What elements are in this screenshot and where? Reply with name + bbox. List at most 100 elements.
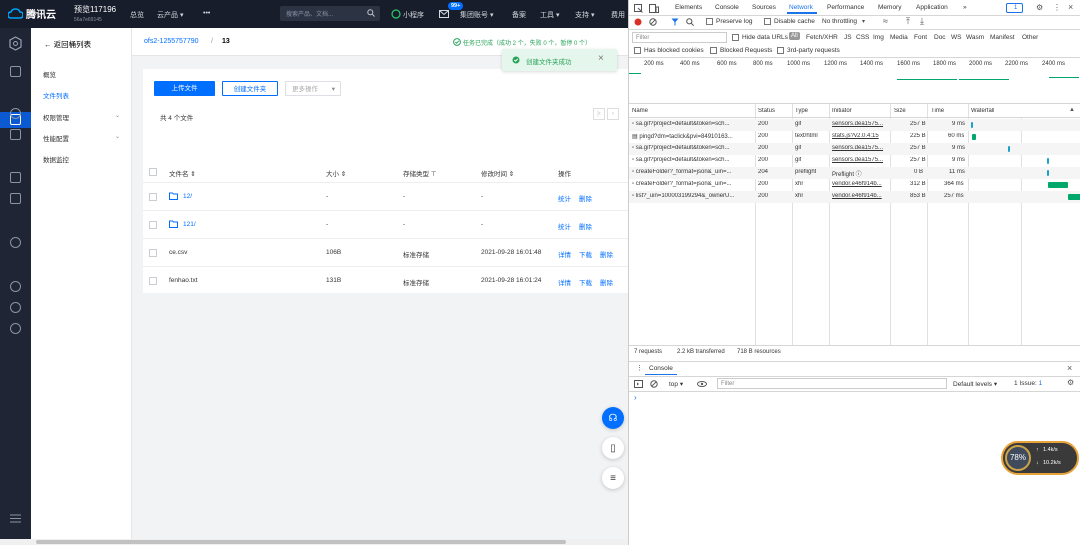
select-all-checkbox[interactable] xyxy=(149,168,157,176)
console-prompt[interactable]: › xyxy=(634,393,637,402)
hide-data-urls-checkbox[interactable] xyxy=(732,34,739,41)
filter-type-doc[interactable]: Doc xyxy=(934,34,946,41)
col-time[interactable]: Time xyxy=(931,108,944,114)
doc-icon[interactable] xyxy=(10,193,21,204)
col-status[interactable]: Status xyxy=(758,108,775,114)
filter-type-ws[interactable]: WS xyxy=(951,34,961,41)
file-name[interactable]: ce.csv xyxy=(169,249,187,256)
nav-overview[interactable]: 总览 xyxy=(130,10,144,20)
sidebar-item-performance[interactable]: 性能配置 xyxy=(43,133,69,143)
tree-icon[interactable] xyxy=(10,172,21,183)
table-row[interactable]: ce.csv 106B 标准存储 2021-09-28 16:01:48 详情 … xyxy=(143,238,628,266)
target-icon[interactable] xyxy=(10,323,21,334)
inspect-icon[interactable] xyxy=(634,4,643,13)
tab-elements[interactable]: Elements xyxy=(675,4,702,11)
account-info[interactable]: 预览117196 56a7e69145 xyxy=(74,5,116,25)
tab-more[interactable]: » xyxy=(963,4,967,11)
delete-link[interactable]: 删除 xyxy=(579,221,592,231)
col-initiator[interactable]: Initiator xyxy=(832,108,852,114)
network-speed-widget[interactable]: 78% ↑ 1.4k/s ↓ 10.2k/s xyxy=(1001,441,1079,475)
file-name[interactable]: 121/ xyxy=(183,221,196,228)
search-icon[interactable] xyxy=(686,18,694,26)
kebab-menu-icon[interactable]: ⋮ xyxy=(1053,3,1061,12)
request-row[interactable]: ▫ sa.gif?project=default&token=sch... 20… xyxy=(629,155,1080,167)
nav-products[interactable]: 云产品 ▾ xyxy=(157,10,183,20)
more-actions-dropdown[interactable]: 更多操作 ▾ xyxy=(285,81,341,96)
back-to-bucket-list[interactable]: ← 返回桶列表 xyxy=(44,39,91,50)
cos-product-icon[interactable] xyxy=(8,36,23,51)
tab-console[interactable]: Console xyxy=(715,4,739,11)
monitor-icon[interactable] xyxy=(10,237,21,248)
log-levels-select[interactable]: Default levels ▾ xyxy=(953,380,997,388)
task-status[interactable]: 任务已完成（成功 2 个，失败 0 个，暂停 0 个） xyxy=(463,38,591,47)
nav-tools[interactable]: 工具 ▾ xyxy=(540,10,559,20)
eye-icon[interactable] xyxy=(697,381,707,387)
nav-group-account[interactable]: 集团账号 ▾ xyxy=(460,10,493,20)
customer-service-button[interactable]: ☊ xyxy=(602,407,624,429)
import-har-icon[interactable]: ⤒ xyxy=(906,16,910,27)
timeline-overview[interactable]: 200 ms 400 ms 600 ms 800 ms 1000 ms 1200… xyxy=(629,58,1080,102)
filter-type-wasm[interactable]: Wasm xyxy=(966,34,984,41)
network-conditions-icon[interactable]: ≈ xyxy=(883,16,888,26)
request-row[interactable]: ▫ createFolder?_format=json&_uin=... 204… xyxy=(629,167,1080,179)
row-checkbox[interactable] xyxy=(149,193,157,201)
delete-link[interactable]: 删除 xyxy=(579,193,592,203)
tab-memory[interactable]: Memory xyxy=(878,4,901,11)
details-link[interactable]: 详情 xyxy=(558,249,571,259)
stats-link[interactable]: 统计 xyxy=(558,221,571,231)
close-icon[interactable]: × xyxy=(598,53,604,64)
clear-icon[interactable] xyxy=(649,18,657,26)
docs-button[interactable]: ▯ xyxy=(602,437,624,459)
drawer-tab-console[interactable]: Console xyxy=(649,365,673,372)
export-har-icon[interactable]: ⤓ xyxy=(920,16,924,27)
request-initiator[interactable]: Preflight ⓘ xyxy=(832,169,889,178)
stats-link[interactable]: 统计 xyxy=(558,193,571,203)
nav-record[interactable]: 备案 xyxy=(512,10,526,20)
filter-type-media[interactable]: Media xyxy=(890,34,908,41)
request-initiator[interactable]: sensors.dea1575... xyxy=(832,157,889,163)
third-party-checkbox[interactable] xyxy=(777,47,784,54)
grid-icon[interactable] xyxy=(10,66,21,77)
blocked-requests-checkbox[interactable] xyxy=(710,47,717,54)
chart-pie-icon[interactable] xyxy=(10,108,21,119)
create-folder-button[interactable]: 创建文件夹 xyxy=(222,81,278,96)
brand-logo[interactable]: 腾讯云 xyxy=(8,6,56,21)
request-row[interactable]: ▫ sa.gif?project=default&token=sch... 20… xyxy=(629,119,1080,131)
tab-performance[interactable]: Performance xyxy=(827,4,864,11)
request-row[interactable]: ▤ pingd?dm=taclick&pvi=84910163... 200 t… xyxy=(629,131,1080,143)
col-filename[interactable]: 文件名 ⇕ xyxy=(169,168,196,178)
row-checkbox[interactable] xyxy=(149,221,157,229)
close-icon[interactable]: × xyxy=(1067,363,1072,373)
gear-icon[interactable]: ⚙ xyxy=(1067,378,1074,387)
col-storage-type[interactable]: 存储类型 ⊤ xyxy=(403,168,436,178)
row-checkbox[interactable] xyxy=(149,249,157,257)
sidebar-item-permissions[interactable]: 权限管理 xyxy=(43,112,69,122)
blocked-cookies-checkbox[interactable] xyxy=(634,47,641,54)
request-initiator[interactable]: stats.js?v2.0.4:15 xyxy=(832,133,889,139)
request-initiator[interactable]: sensors.dea1575... xyxy=(832,121,889,127)
table-row[interactable]: 12/ - - - 统计 删除 xyxy=(143,182,628,210)
request-row[interactable]: ▫ createFolder?_format=json&_uin=... 200… xyxy=(629,179,1080,191)
nav-more[interactable]: ••• xyxy=(203,10,210,17)
upload-file-button[interactable]: 上传文件 xyxy=(154,81,215,96)
tab-network[interactable]: Network xyxy=(789,4,813,11)
nav-mini-program[interactable]: 小程序 xyxy=(403,10,424,20)
file-name[interactable]: fenhao.txt xyxy=(169,277,198,284)
breadcrumb-bucket[interactable]: ofs2-1255757790 xyxy=(144,38,199,45)
col-waterfall[interactable]: Waterfall xyxy=(971,108,994,114)
delete-link[interactable]: 删除 xyxy=(600,249,613,259)
horizontal-scrollbar[interactable] xyxy=(0,539,628,545)
delete-link[interactable]: 删除 xyxy=(600,277,613,287)
nav-support[interactable]: 支持 ▾ xyxy=(575,10,594,20)
close-icon[interactable]: × xyxy=(1068,2,1073,12)
request-row[interactable]: ▫ list?_uin=100003199294&_ownerU... 200 … xyxy=(629,191,1080,203)
tab-application[interactable]: Application xyxy=(916,4,948,11)
request-initiator[interactable]: vendor.e46f914b... xyxy=(832,181,889,187)
filter-type-other[interactable]: Other xyxy=(1022,34,1038,41)
filter-icon[interactable] xyxy=(671,18,679,26)
filter-type-img[interactable]: Img xyxy=(873,34,884,41)
filter-type-js[interactable]: JS xyxy=(844,34,852,41)
sidebar-item-file-list[interactable]: 文件列表 xyxy=(43,90,69,100)
compass-icon[interactable] xyxy=(10,302,21,313)
request-initiator[interactable]: sensors.dea1575... xyxy=(832,145,889,151)
